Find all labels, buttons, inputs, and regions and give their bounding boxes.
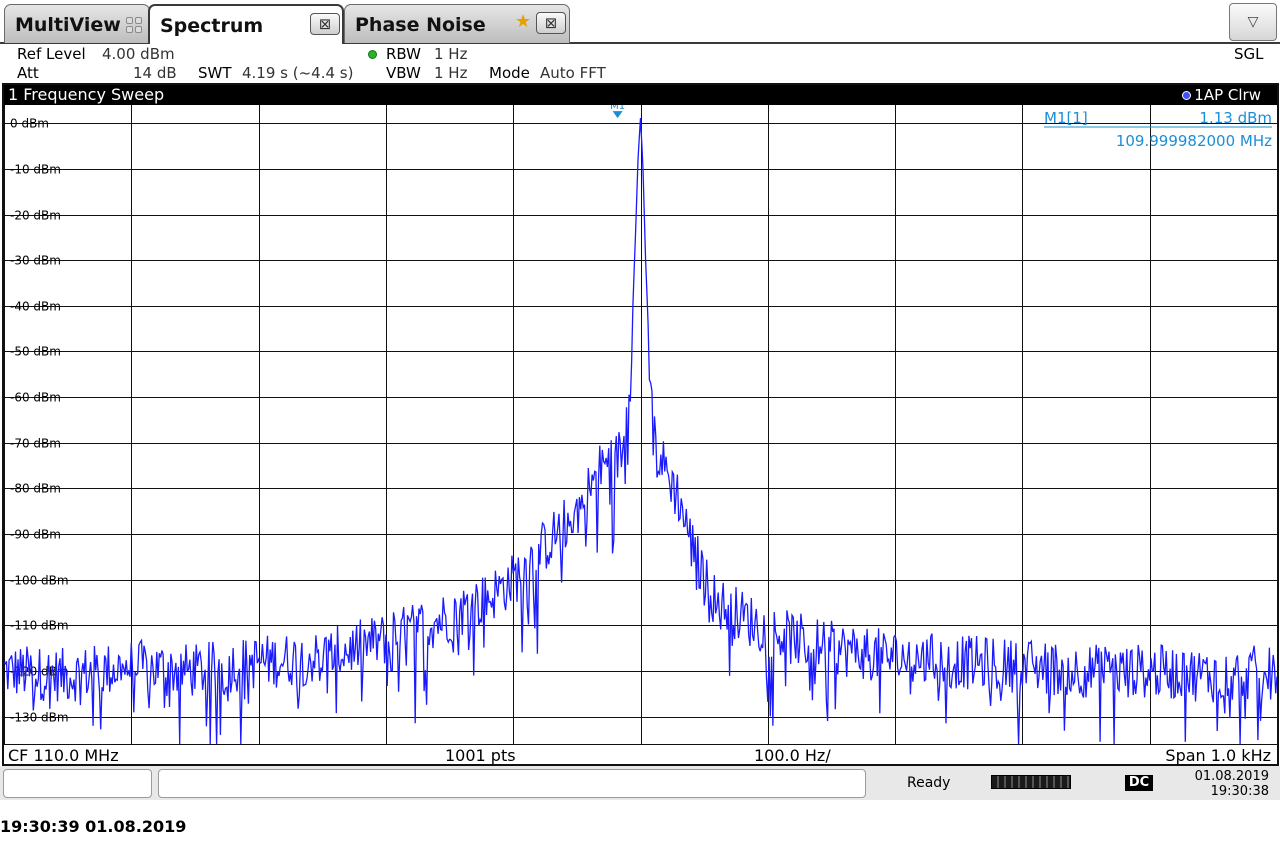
- dc-coupling-badge: DC: [1125, 775, 1153, 791]
- ref-level-label: Ref Level: [17, 45, 86, 63]
- status-ready: Ready: [907, 775, 951, 791]
- swt-value[interactable]: 4.19 s (~4.4 s): [242, 64, 353, 82]
- close-icon[interactable]: ⊠: [536, 12, 566, 34]
- y-tick-label: -80 dBm: [10, 482, 61, 496]
- y-tick-label: 0 dBm: [10, 117, 49, 131]
- lxi-logo: [1154, 776, 1182, 790]
- rbw-value[interactable]: 1 Hz: [434, 45, 467, 63]
- progress-bar: [991, 775, 1071, 789]
- sgl-indicator[interactable]: SGL: [1234, 45, 1264, 63]
- trace-dot-icon: [1182, 91, 1192, 100]
- marker-frequency: 109.999982000 MHz: [1116, 132, 1272, 150]
- y-tick-label: -90 dBm: [10, 528, 61, 542]
- measurement-settings: Ref Level 4.00 dBm Att 14 dB SWT 4.19 s …: [0, 44, 1280, 84]
- att-label: Att: [17, 64, 39, 82]
- star-icon: ★: [515, 11, 532, 32]
- marker-level: 1.13 dBm: [1199, 109, 1272, 127]
- y-tick-label: -60 dBm: [10, 391, 61, 405]
- marker-flag-label: M1: [610, 105, 625, 112]
- tab-label: Phase Noise: [355, 14, 486, 36]
- multiview-icon: [126, 17, 143, 34]
- tab-phase-noise[interactable]: Phase Noise ★ ⊠: [344, 4, 570, 43]
- marker-triangle-icon: [612, 111, 623, 119]
- ref-level-value[interactable]: 4.00 dBm: [102, 45, 175, 63]
- y-tick-label: -110 dBm: [10, 619, 69, 633]
- rbw-label: RBW: [386, 45, 422, 63]
- status-message-field: [3, 769, 152, 798]
- center-frequency[interactable]: CF 110.0 MHz: [8, 746, 119, 765]
- diagram-window: 1 Frequency Sweep 1AP Clrw 0 dBm -10 dBm -…: [2, 83, 1279, 766]
- y-axis-ticks: 0 dBm -10 dBm -20 dBm -30 dBm -40 dBm -50 dBm…: [10, 117, 69, 725]
- att-value[interactable]: 14 dB: [133, 64, 177, 82]
- vbw-label: VBW: [386, 64, 421, 82]
- sweep-points[interactable]: 1001 pts: [445, 746, 516, 765]
- y-tick-label: -70 dBm: [10, 437, 61, 451]
- tab-bar: MultiView Spectrum ⊠ Phase Noise ★ ⊠ ▽: [0, 0, 1280, 44]
- y-tick-label: -130 dBm: [10, 711, 69, 725]
- tab-label: MultiView: [15, 14, 121, 36]
- y-tick-label: -50 dBm: [10, 345, 61, 359]
- y-tick-label: -20 dBm: [10, 209, 61, 223]
- y-tick-label: -30 dBm: [10, 254, 61, 268]
- diagram-title-bar: 1 Frequency Sweep 1AP Clrw: [4, 85, 1277, 105]
- trace-layer: [4, 118, 1277, 744]
- tab-dropdown-button[interactable]: ▽: [1229, 3, 1277, 41]
- diagram-footer: CF 110.0 MHz 1001 pts 100.0 Hz/ Span 1.0…: [4, 744, 1277, 765]
- swt-label: SWT: [198, 64, 232, 82]
- tab-spectrum[interactable]: Spectrum ⊠: [148, 4, 344, 44]
- tab-multiview[interactable]: MultiView: [4, 4, 150, 43]
- status-date: 01.08.2019: [1194, 769, 1269, 784]
- plot-grid: [4, 105, 1277, 744]
- vbw-value[interactable]: 1 Hz: [434, 64, 467, 82]
- y-tick-label: -10 dBm: [10, 163, 61, 177]
- span-per-division: 100.0 Hz/: [754, 746, 831, 765]
- spectrum-plot[interactable]: 0 dBm -10 dBm -20 dBm -30 dBm -40 dBm -50 dBm…: [4, 105, 1277, 744]
- trace-indicator[interactable]: 1AP Clrw: [1182, 85, 1261, 105]
- trace-label: 1AP Clrw: [1194, 86, 1261, 104]
- status-bar: Ready DC 01.08.2019 19:30:38: [0, 766, 1280, 800]
- y-tick-label: -40 dBm: [10, 300, 61, 314]
- diagram-title: 1 Frequency Sweep: [8, 85, 165, 104]
- mode-label: Mode: [489, 64, 530, 82]
- close-icon[interactable]: ⊠: [310, 13, 340, 35]
- rbw-status-dot: [368, 50, 377, 59]
- capture-timestamp: 19:30:39 01.08.2019: [0, 817, 187, 836]
- trace-1-line: [4, 118, 1277, 744]
- marker-name[interactable]: M1[1]: [1044, 109, 1088, 127]
- mode-value[interactable]: Auto FFT: [540, 64, 606, 82]
- tab-label: Spectrum: [160, 15, 264, 37]
- y-tick-label: -100 dBm: [10, 574, 69, 588]
- status-info-field: [158, 769, 866, 798]
- span-value[interactable]: Span 1.0 kHz: [1165, 746, 1271, 765]
- status-time: 19:30:38: [1210, 784, 1269, 799]
